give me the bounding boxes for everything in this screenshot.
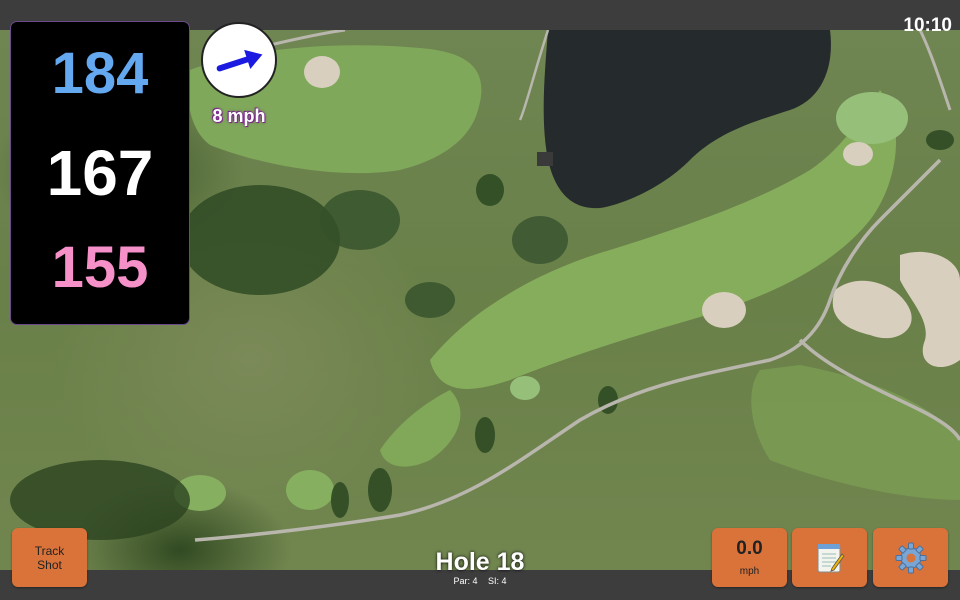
arrow-icon	[216, 49, 263, 72]
middle-distance: 167	[46, 137, 154, 209]
status-time: 10:10	[903, 15, 952, 36]
hole-title: Hole 18	[435, 548, 525, 576]
wind-indicator	[201, 22, 277, 98]
front-distance: 155	[51, 235, 149, 300]
track-shot-label-line2: Shot	[37, 557, 62, 572]
track-shot-button[interactable]: Track Shot	[12, 528, 87, 587]
speed-value: 0.0	[736, 538, 763, 559]
settings-button[interactable]	[873, 528, 948, 587]
gear-icon	[895, 542, 926, 573]
notepad-icon	[817, 543, 845, 572]
back-distance: 184	[51, 41, 149, 106]
hole-details: Par: 4 SI: 4	[380, 576, 580, 586]
track-shot-label-line1: Track	[34, 543, 65, 558]
distance-panel: 184 167 155	[11, 22, 189, 324]
speed-button[interactable]: 0.0 mph	[712, 528, 787, 587]
speed-unit: mph	[739, 566, 760, 577]
notes-button[interactable]	[792, 528, 867, 587]
hole-stroke-index: SI: 4	[488, 576, 507, 586]
hole-par: Par: 4	[453, 576, 478, 586]
wind-speed: 8 mph	[212, 106, 266, 126]
